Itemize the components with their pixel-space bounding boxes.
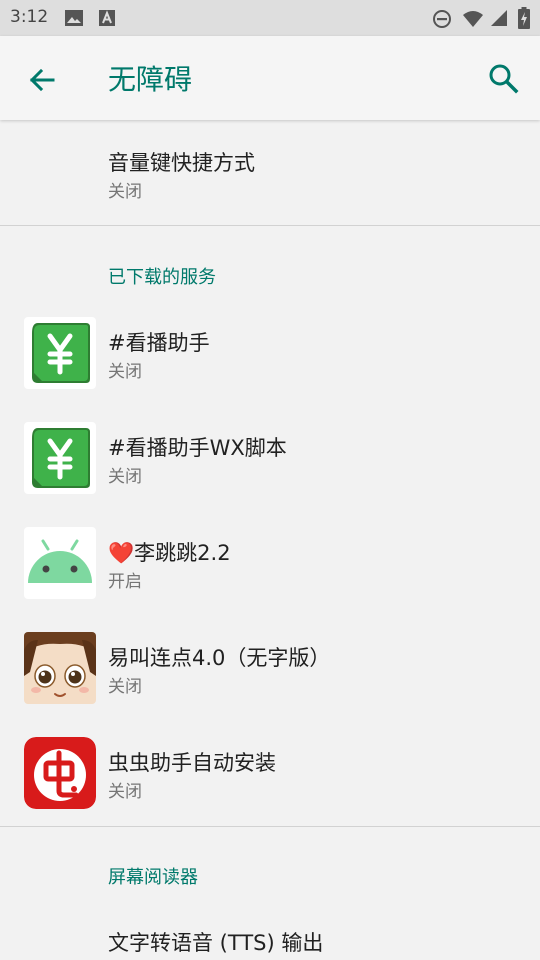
service-item-chongchong[interactable]: 虫虫助手自动安装 关闭 [0, 725, 540, 826]
arrow-left-icon[interactable] [22, 60, 62, 100]
volume-shortcut-item[interactable]: 音量键快捷方式 关闭 [0, 121, 540, 225]
do-not-disturb-icon [433, 10, 451, 28]
status-time: 3:12 [10, 7, 49, 27]
chongchong-icon [24, 737, 96, 809]
item-title: 音量键快捷方式 [108, 151, 255, 175]
signal-icon [491, 10, 507, 26]
service-item-kanbo[interactable]: #看播助手 关闭 [0, 305, 540, 410]
android-icon [24, 527, 96, 599]
yen-green-icon [24, 317, 96, 389]
font-a-icon [99, 10, 115, 26]
status-bar: 3:12 [0, 0, 540, 36]
item-title: #看播助手 [108, 331, 210, 355]
service-item-litiaotiao[interactable]: ❤️李跳跳2.2 开启 [0, 515, 540, 620]
wifi-icon [463, 11, 483, 27]
cartoon-face-icon [24, 632, 96, 704]
item-title: 易叫连点4.0（无字版） [108, 646, 331, 670]
item-title: ❤️李跳跳2.2 [108, 541, 231, 565]
divider [0, 826, 540, 827]
item-title: 文字转语音 (TTS) 输出 [108, 931, 324, 955]
item-status: 关闭 [108, 362, 142, 382]
service-item-yijiao[interactable]: 易叫连点4.0（无字版） 关闭 [0, 620, 540, 725]
page-title: 无障碍 [108, 63, 193, 96]
image-icon [65, 10, 83, 26]
heart-emoji-icon: ❤️ [108, 541, 135, 565]
tts-output-item[interactable]: 文字转语音 (TTS) 输出 [0, 905, 540, 960]
yen-green-icon [24, 422, 96, 494]
service-item-kanbo-wx[interactable]: #看播助手WX脚本 关闭 [0, 410, 540, 515]
battery-charging-icon [518, 7, 530, 29]
search-icon[interactable] [484, 58, 524, 98]
section-header-screen-readers: 屏幕阅读器 [108, 867, 198, 888]
divider [0, 225, 540, 226]
section-header-downloaded: 已下载的服务 [108, 267, 216, 288]
item-title: #看播助手WX脚本 [108, 436, 287, 460]
item-status: 关闭 [108, 782, 142, 802]
app-bar: 无障碍 [0, 36, 540, 120]
item-status: 关闭 [108, 182, 142, 202]
item-status: 开启 [108, 572, 142, 592]
item-title: 虫虫助手自动安装 [108, 751, 276, 775]
item-status: 关闭 [108, 467, 142, 487]
item-status: 关闭 [108, 677, 142, 697]
